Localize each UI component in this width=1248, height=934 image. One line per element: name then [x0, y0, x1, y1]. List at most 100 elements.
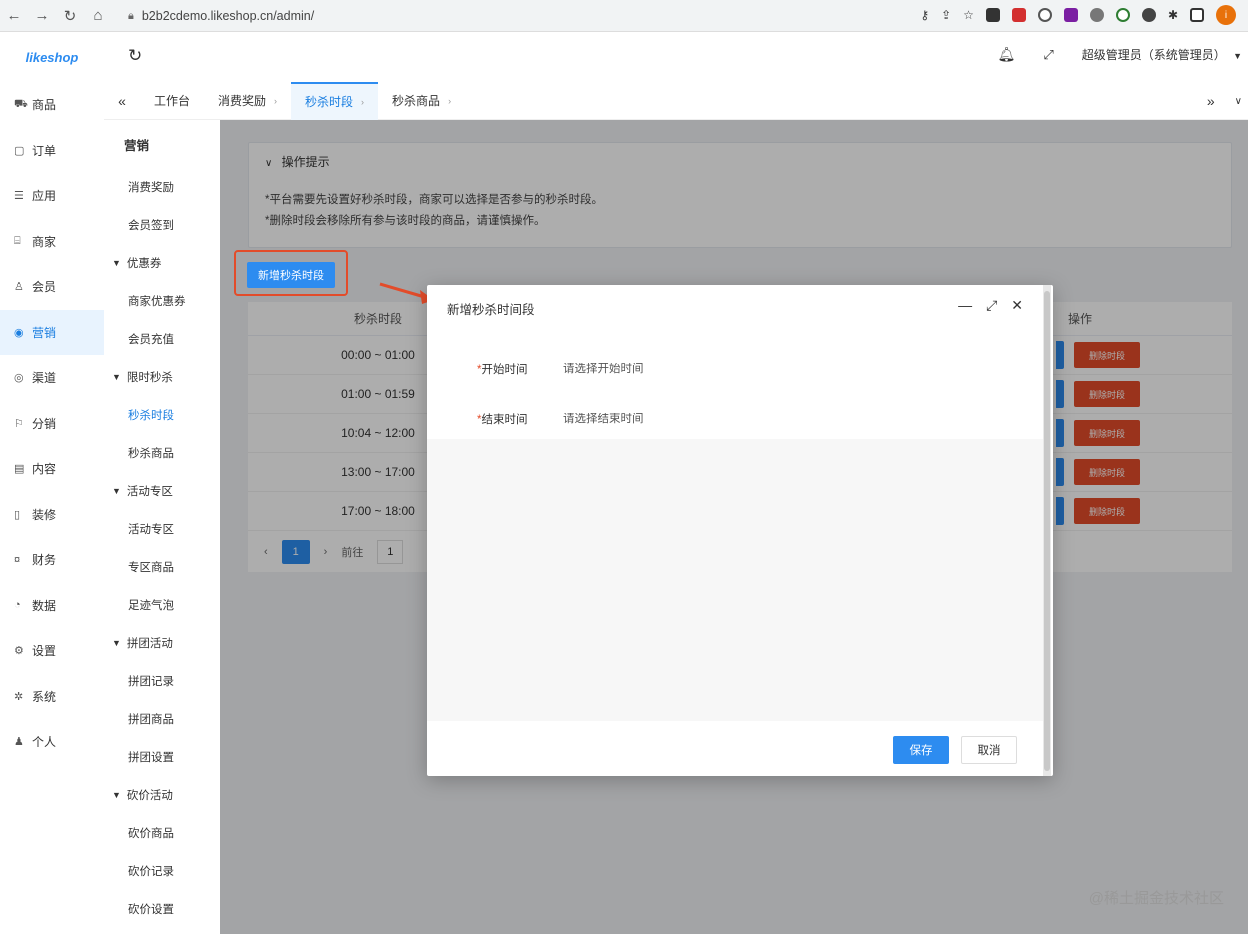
chevron-down-icon[interactable]: ∨: [1235, 96, 1242, 107]
forward-icon[interactable]: →: [28, 2, 56, 30]
sub-menu-item[interactable]: 砍价商品: [104, 814, 220, 852]
sub-menu-item[interactable]: 消费奖励: [104, 168, 220, 206]
key-icon[interactable]: ⚷: [920, 8, 929, 22]
sub-menu-label: 会员签到: [128, 220, 174, 232]
sub-menu-group[interactable]: ▼ 限时秒杀: [104, 358, 220, 396]
sub-menu-label: 砍价商品: [128, 828, 174, 840]
tab-close-icon[interactable]: ›: [274, 96, 277, 106]
tab-bar-right: » ∨: [1207, 82, 1248, 120]
sub-menu-item[interactable]: 会员签到: [104, 206, 220, 244]
sub-menu-item[interactable]: 拼团设置: [104, 738, 220, 776]
side-menu-item[interactable]: ☰ 应用: [0, 173, 104, 219]
channel-icon: ◎: [14, 372, 24, 385]
address-bar[interactable]: 🔒︎ b2b2cdemo.likeshop.cn/admin/: [128, 5, 828, 27]
reload-icon[interactable]: ↻: [56, 2, 84, 30]
sub-menu-item[interactable]: 活动专区: [104, 510, 220, 548]
star-icon[interactable]: ☆: [963, 8, 974, 22]
side-menu-item[interactable]: ◎ 渠道: [0, 355, 104, 401]
sub-menu-item[interactable]: 商家优惠券: [104, 282, 220, 320]
side-menu-item[interactable]: ▤ 内容: [0, 446, 104, 492]
minimize-icon[interactable]: —: [958, 297, 972, 314]
sub-menu-group[interactable]: ▼ 拼团活动: [104, 624, 220, 662]
extension-icon[interactable]: [1115, 8, 1130, 22]
extension-icon[interactable]: [1141, 8, 1156, 22]
puzzle-icon[interactable]: ✱: [1168, 8, 1178, 22]
finance-icon: ¤: [14, 553, 21, 566]
side-menu-item[interactable]: ▯ 装修: [0, 492, 104, 538]
side-menu-label: 分销: [32, 416, 57, 431]
sub-menu-label: 足迹气泡: [128, 600, 174, 612]
tab-item[interactable]: 秒杀商品 ›: [378, 82, 465, 120]
tab-item[interactable]: 消费奖励 ›: [204, 82, 291, 120]
side-menu-item[interactable]: ⚙ 设置: [0, 628, 104, 674]
tab-close-icon[interactable]: ›: [361, 97, 364, 107]
side-menu-item[interactable]: ⛟ 商品: [0, 82, 104, 128]
side-menu-item[interactable]: ♙ 会员: [0, 264, 104, 310]
settings-icon: ⚙: [14, 645, 24, 658]
sub-menu-group[interactable]: ▼ 优惠券: [104, 244, 220, 282]
dialog-footer: 保存 取消: [893, 736, 1017, 764]
extension-icon[interactable]: [1089, 8, 1104, 22]
add-timeslot-button[interactable]: 新增秒杀时段: [247, 262, 335, 288]
side-menu-item[interactable]: ◉ 营销: [0, 309, 104, 355]
sub-menu-item[interactable]: 会员充值: [104, 320, 220, 358]
sub-menu-item[interactable]: 砍价记录: [104, 852, 220, 890]
tab-item[interactable]: 秒杀时段 ›: [291, 81, 379, 120]
sub-menu-label: 拼团商品: [128, 714, 174, 726]
refresh-icon[interactable]: ↻: [128, 46, 142, 66]
end-time-label: *结束时间: [477, 414, 528, 426]
share-icon[interactable]: ⇪: [941, 8, 951, 22]
extension-icon[interactable]: [1011, 8, 1026, 22]
side-menu-item[interactable]: ♟ 个人: [0, 719, 104, 765]
cancel-button[interactable]: 取消: [961, 736, 1017, 764]
sub-menu-item[interactable]: 拼团商品: [104, 700, 220, 738]
sub-menu-item[interactable]: 拼团记录: [104, 662, 220, 700]
back-icon[interactable]: ←: [0, 2, 28, 30]
tab-label: 秒杀商品: [392, 94, 441, 108]
sub-menu-title: 营销: [124, 138, 150, 153]
side-menu-item[interactable]: ⌸ 商家: [0, 219, 104, 265]
start-time-input[interactable]: [563, 363, 763, 375]
caret-down-icon: ▼: [112, 638, 121, 648]
extension-icon[interactable]: [1037, 8, 1052, 22]
sub-menu-group[interactable]: ▼ 砍价活动: [104, 776, 220, 814]
side-menu-item[interactable]: ▢ 订单: [0, 128, 104, 174]
caret-down-icon: ▼: [112, 258, 121, 268]
side-menu-label: 商家: [32, 234, 57, 249]
caret-down-icon: ▼: [112, 486, 121, 496]
side-menu-item[interactable]: ⚐ 分销: [0, 401, 104, 447]
sub-menu-item[interactable]: 专区商品: [104, 548, 220, 586]
sub-menu-label: 秒杀商品: [128, 448, 174, 460]
collapse-icon[interactable]: «: [104, 93, 140, 109]
sub-menu-group[interactable]: ▼ 活动专区: [104, 472, 220, 510]
app-header: ↻ 🔔︎ ⤢ 超级管理员（系统管理员） ▼: [104, 32, 1248, 82]
extension-icon[interactable]: [985, 8, 1000, 22]
sub-menu-item[interactable]: 砍价设置: [104, 890, 220, 928]
tab-item[interactable]: 工作台: [140, 82, 204, 120]
sub-menu-item[interactable]: 秒杀商品: [104, 434, 220, 472]
sub-menu: 营销 消费奖励 会员签到 ▼ 优惠券 商家优惠券 会员充值 ▼ 限时秒杀 秒杀时段 秒杀商品 ▼ 活动…: [104, 120, 220, 934]
tab-close-icon[interactable]: ›: [448, 96, 451, 106]
close-icon[interactable]: ✕: [1011, 297, 1023, 314]
extension-icon[interactable]: [1063, 8, 1078, 22]
sub-menu-item[interactable]: 足迹气泡: [104, 586, 220, 624]
save-button[interactable]: 保存: [893, 736, 949, 764]
side-menu-item[interactable]: ¤ 财务: [0, 537, 104, 583]
sub-menu-label: 会员充值: [128, 334, 174, 346]
fullscreen-icon[interactable]: ⤢: [1043, 47, 1053, 63]
apps-icon: ☰: [14, 190, 24, 203]
distribution-icon: ⚐: [14, 417, 24, 430]
home-icon[interactable]: ⌂: [84, 2, 112, 30]
sidebar-icon[interactable]: [1190, 8, 1204, 22]
maximize-icon[interactable]: ⤢: [986, 297, 997, 314]
end-time-input[interactable]: [563, 413, 763, 425]
dialog-scrollbar-thumb[interactable]: [1044, 291, 1050, 771]
sub-menu-item[interactable]: 秒杀时段: [104, 396, 220, 434]
bell-icon[interactable]: 🔔︎: [998, 46, 1016, 63]
profile-avatar[interactable]: i: [1216, 5, 1236, 25]
sub-menu-label: 专区商品: [128, 562, 174, 574]
user-dropdown[interactable]: 超级管理员（系统管理员） ▼: [1082, 46, 1242, 63]
side-menu-item[interactable]: ✲ 系统: [0, 674, 104, 720]
scroll-right-icon[interactable]: »: [1207, 93, 1215, 109]
side-menu-item[interactable]: ◔ 数据: [0, 583, 104, 629]
